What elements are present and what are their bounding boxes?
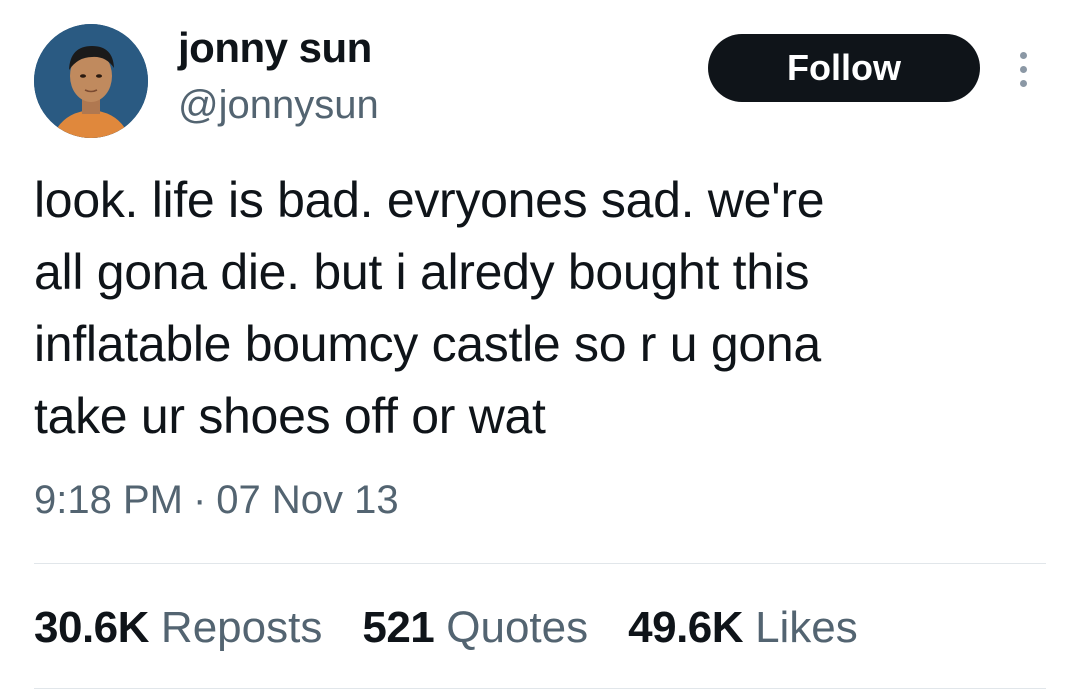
- quotes-stat[interactable]: 521 Quotes: [362, 600, 588, 656]
- tweet-text: look. life is bad. evryones sad. we're a…: [34, 164, 1034, 452]
- dot: [1019, 65, 1027, 73]
- tweet-time-link[interactable]: 9:18 PM: [34, 478, 183, 522]
- follow-button[interactable]: Follow: [708, 34, 980, 102]
- quotes-count: 521: [362, 603, 435, 652]
- more-vertical-icon[interactable]: [1008, 44, 1038, 94]
- dot: [1019, 51, 1027, 59]
- tweet-text-line: all gona die. but i alredy bought this: [34, 244, 810, 300]
- follow-button-label: Follow: [787, 47, 901, 88]
- tweet-text-line: look. life is bad. evryones sad. we're: [34, 172, 825, 228]
- meta-separator: ·: [192, 478, 207, 522]
- likes-count: 49.6K: [628, 603, 744, 652]
- reposts-label: Reposts: [160, 603, 323, 652]
- tweet-text-line: inflatable boumcy castle so r u gona: [34, 316, 821, 372]
- reposts-count: 30.6K: [34, 603, 149, 652]
- divider: [34, 563, 1046, 564]
- dot: [1019, 79, 1027, 87]
- user-handle[interactable]: @jonnysun: [178, 80, 379, 130]
- display-name[interactable]: jonny sun: [178, 22, 372, 74]
- likes-stat[interactable]: 49.6K Likes: [628, 600, 858, 656]
- avatar[interactable]: [34, 24, 148, 138]
- tweet-date-link[interactable]: 07 Nov 13: [216, 478, 398, 522]
- divider: [34, 688, 1046, 689]
- profile-photo-icon: [34, 24, 148, 138]
- reposts-stat[interactable]: 30.6K Reposts: [34, 600, 322, 656]
- tweet-text-line: take ur shoes off or wat: [34, 388, 546, 444]
- engagement-stats: 30.6K Reposts 521 Quotes 49.6K Likes: [34, 600, 858, 656]
- tweet-timestamp: 9:18 PM · 07 Nov 13: [34, 474, 399, 526]
- quotes-label: Quotes: [446, 603, 589, 652]
- tweet-card: jonny sun @jonnysun Follow look. life is…: [0, 0, 1080, 696]
- likes-label: Likes: [755, 603, 858, 652]
